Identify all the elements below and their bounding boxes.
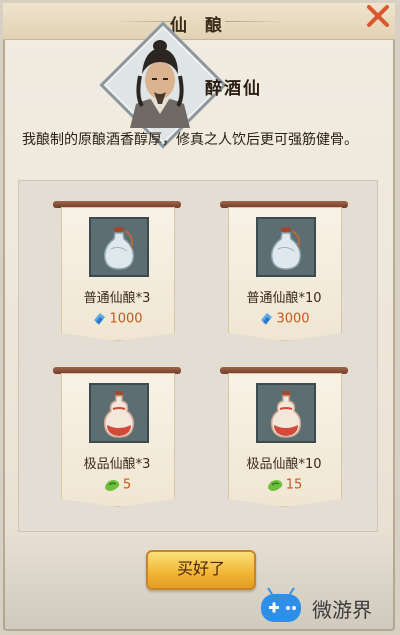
red-gourd-bottle-icon xyxy=(103,391,135,438)
close-button[interactable] xyxy=(364,2,392,30)
confirm-purchase-button[interactable]: 买好了 xyxy=(146,550,256,590)
item-name: 极品仙酿*3 xyxy=(83,457,151,472)
scroll-rod xyxy=(53,201,181,208)
green-jade-icon xyxy=(104,480,120,491)
npc-portrait xyxy=(130,40,190,128)
shop-card-3[interactable]: 极品仙酿*3 5 xyxy=(53,367,181,513)
red-gourd-bottle-icon xyxy=(270,391,302,438)
watermark-text: 微游界 xyxy=(312,598,372,622)
close-x-icon xyxy=(367,5,389,27)
shop-card-4[interactable]: 极品仙酿*10 15 xyxy=(220,367,348,513)
item-name: 极品仙酿*10 xyxy=(246,457,322,472)
green-jade-icon xyxy=(267,480,282,491)
scroll-rod xyxy=(220,201,348,208)
white-gourd-bottle-icon xyxy=(103,227,135,270)
price-row: 5 xyxy=(61,477,173,493)
item-slot xyxy=(256,383,316,443)
item-name: 普通仙酿*10 xyxy=(246,291,322,306)
item-price: 15 xyxy=(285,477,303,493)
price-row: 1000 xyxy=(61,311,173,327)
dialog-title: 仙 酿 xyxy=(170,16,228,36)
scroll-rod xyxy=(53,367,181,374)
price-row: 15 xyxy=(228,477,340,493)
item-slot xyxy=(256,217,316,277)
blue-crystal-icon xyxy=(261,313,273,325)
item-price: 1000 xyxy=(109,311,143,327)
game-controller-logo xyxy=(261,587,301,622)
item-price: 5 xyxy=(122,477,132,493)
item-slot xyxy=(89,383,149,443)
shop-card-1[interactable]: 普通仙酿*3 1000 xyxy=(53,201,181,347)
blue-crystal-icon xyxy=(94,313,106,325)
scroll-rod xyxy=(220,367,348,374)
price-row: 3000 xyxy=(228,311,340,327)
item-price: 3000 xyxy=(276,311,310,327)
npc-description: 我酿制的原酿酒香醇厚，修真之人饮后更可强筋健骨。 xyxy=(22,132,358,148)
shop-card-2[interactable]: 普通仙酿*10 3000 xyxy=(220,201,348,347)
white-gourd-bottle-icon xyxy=(270,227,302,270)
npc-name: 醉酒仙 xyxy=(205,79,262,99)
item-name: 普通仙酿*3 xyxy=(83,291,151,306)
shop-area: 普通仙酿*3 1000 普通仙酿*10 3000 极品仙酿*3 5 极品仙酿*1… xyxy=(18,180,378,532)
item-slot xyxy=(89,217,149,277)
